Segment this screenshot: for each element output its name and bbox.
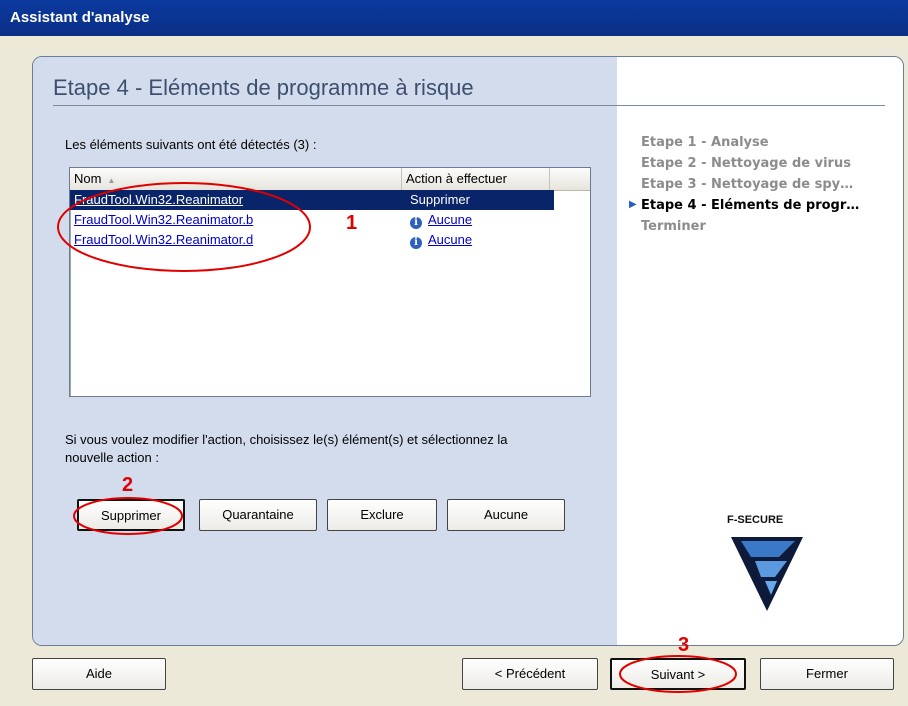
logo-text: F-SECURE — [727, 514, 783, 526]
item-name-link[interactable]: FraudTool.Win32.Reanimator.b — [74, 212, 253, 227]
item-action-link[interactable]: Aucune — [428, 212, 472, 227]
close-button[interactable]: Fermer — [760, 658, 894, 690]
table-row[interactable]: FraudTool.Win32.Reanimator.d i Aucune — [70, 230, 554, 250]
column-header-name[interactable]: Nom ▲ — [70, 168, 402, 190]
item-name-link[interactable]: FraudTool.Win32.Reanimator — [74, 192, 243, 207]
table-row[interactable]: FraudTool.Win32.Reanimator Supprimer — [70, 190, 554, 210]
step-2: Etape 2 - Nettoyage de virus — [641, 156, 851, 171]
window-title: Assistant d'analyse — [10, 9, 150, 26]
item-action-link[interactable]: Aucune — [428, 232, 472, 247]
title-divider — [53, 105, 885, 106]
next-button[interactable]: Suivant > — [610, 658, 746, 690]
annotation-number-3: 3 — [678, 634, 690, 656]
exclure-button[interactable]: Exclure — [327, 499, 437, 531]
step-title: Etape 4 - Eléments de programme à risque — [53, 75, 474, 100]
f-secure-logo-graphic: F-SECURE — [727, 514, 803, 611]
item-action: Supprimer — [410, 192, 470, 207]
info-icon: i — [410, 237, 422, 249]
current-step-arrow-icon: ▶ — [629, 199, 637, 210]
step-finish: Terminer — [641, 219, 706, 234]
supprimer-button[interactable]: Supprimer — [77, 499, 185, 531]
instruction-text: Si vous voulez modifier l'action, choisi… — [65, 432, 508, 465]
table-row[interactable]: FraudTool.Win32.Reanimator.b i Aucune — [70, 210, 554, 230]
list-header: Nom ▲ Action à effectuer — [70, 168, 590, 191]
detected-items-list[interactable]: Nom ▲ Action à effectuer FraudTool.Win32.… — [69, 167, 591, 397]
wizard-panel: Etape 4 - Eléments de programme à risque… — [32, 56, 904, 646]
step-4: ▶ Etape 4 - Eléments de progr… — [629, 198, 860, 213]
help-button[interactable]: Aide — [32, 658, 166, 690]
info-icon: i — [410, 217, 422, 229]
detected-label: Les éléments suivants ont été détectés (… — [65, 137, 317, 152]
aucune-button[interactable]: Aucune — [447, 499, 565, 531]
f-secure-logo: F-SECURE — [727, 511, 827, 621]
annotation-number-1: 1 — [346, 212, 358, 234]
quarantaine-button[interactable]: Quarantaine — [199, 499, 317, 531]
step-1: Etape 1 - Analyse — [641, 135, 769, 150]
sort-ascending-icon: ▲ — [107, 176, 116, 185]
previous-button[interactable]: < Précédent — [462, 658, 598, 690]
step-3: Etape 3 - Nettoyage de spy… — [641, 177, 854, 192]
item-name-link[interactable]: FraudTool.Win32.Reanimator.d — [74, 232, 253, 247]
annotation-number-2: 2 — [122, 474, 134, 496]
title-bar: Assistant d'analyse — [0, 0, 908, 36]
column-header-action[interactable]: Action à effectuer — [402, 168, 550, 190]
